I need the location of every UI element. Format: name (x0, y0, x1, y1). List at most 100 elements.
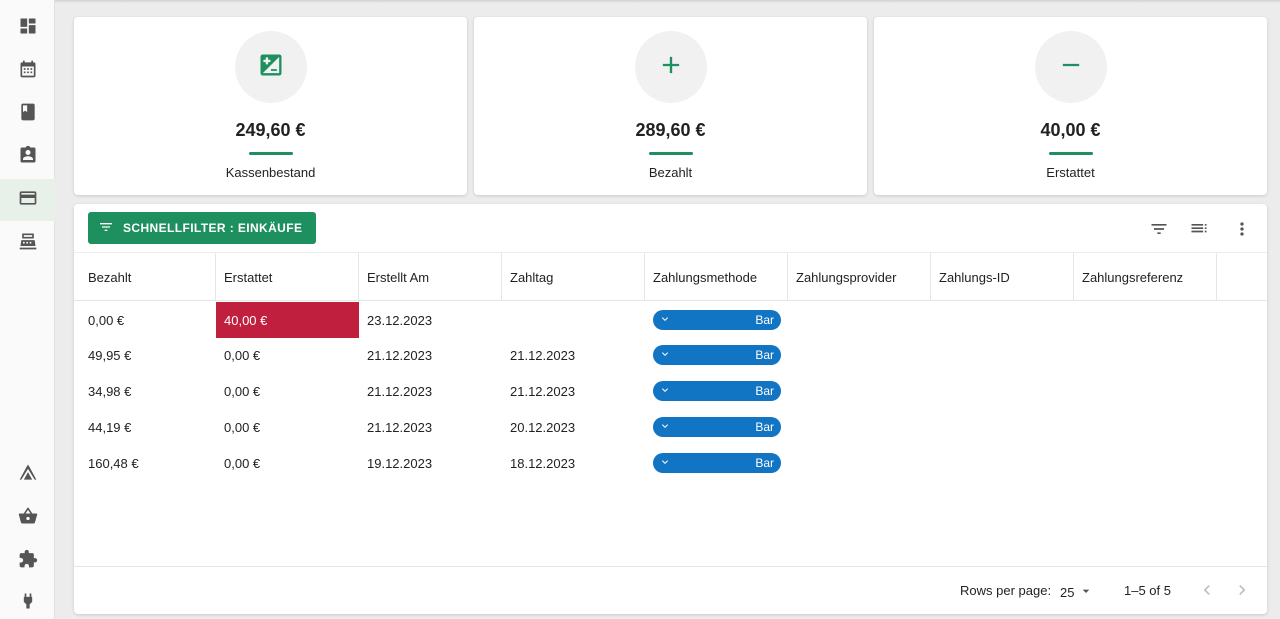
puzzle-icon (18, 549, 38, 574)
sidebar-item-calendar[interactable] (0, 50, 55, 92)
sidebar-item-camping[interactable] (0, 454, 55, 496)
stat-card-erstattet: 40,00 € Erstattet (874, 17, 1267, 195)
table-row[interactable]: 0,00 € 40,00 € 23.12.2023 Bar (74, 302, 1267, 338)
cell-zahltag: 21.12.2023 (510, 383, 576, 399)
minus-icon (1057, 51, 1085, 84)
cell-zahltag: 21.12.2023 (510, 347, 576, 363)
cell-bezahlt: 44,19 € (88, 419, 132, 435)
sidebar-item-integrations[interactable] (0, 582, 55, 619)
sidebar (0, 0, 55, 619)
cell-erstattet: 40,00 € (216, 302, 359, 338)
payment-method-value: Bar (755, 456, 774, 470)
stat-underline (1048, 152, 1093, 155)
stat-underline (648, 152, 693, 155)
filter-icon[interactable] (1148, 218, 1170, 240)
quick-filter-label: SCHNELLFILTER : EINKÄUFE (123, 221, 303, 235)
cell-zahltag: 18.12.2023 (510, 455, 576, 471)
cell-bezahlt: 49,95 € (88, 347, 132, 363)
rows-per-page-select[interactable]: 25 (1060, 583, 1094, 602)
cell-erstattet: 0,00 € (224, 383, 261, 399)
contact-card-icon (18, 145, 38, 170)
stat-card-bezahlt: 289,60 € Bezahlt (474, 17, 867, 195)
sidebar-item-shop[interactable] (0, 497, 55, 539)
dashboard-icon (18, 16, 38, 41)
transactions-panel: SCHNELLFILTER : EINKÄUFE Bezahlt Erstatt… (74, 204, 1267, 614)
cell-erstellt-am: 19.12.2023 (367, 455, 433, 471)
stat-value: 40,00 € (1040, 120, 1101, 140)
sidebar-item-book[interactable] (0, 93, 55, 135)
payment-method-value: Bar (755, 313, 774, 327)
cell-bezahlt: 34,98 € (88, 383, 132, 399)
columns-icon[interactable] (1188, 218, 1210, 240)
pagination-range: 1–5 of 5 (1124, 583, 1171, 598)
cell-zahltag (502, 302, 645, 338)
credit-card-icon (18, 188, 38, 213)
tent-icon (18, 463, 38, 488)
stat-label: Erstattet (1046, 165, 1095, 180)
column-header-zahlungs-id[interactable]: Zahlungs-ID (931, 253, 1074, 301)
sidebar-item-extensions[interactable] (0, 540, 55, 582)
cell-zahltag: 20.12.2023 (510, 419, 576, 435)
stat-icon-circle (234, 31, 307, 103)
payment-method-select[interactable]: Bar (653, 310, 781, 330)
balance-icon (257, 51, 285, 84)
cell-erstattet: 0,00 € (224, 419, 261, 435)
cell-erstellt-am: 21.12.2023 (367, 347, 433, 363)
cell-erstellt-am: 21.12.2023 (367, 419, 433, 435)
dropdown-arrow-icon (1074, 583, 1094, 602)
calendar-icon (18, 59, 38, 84)
column-header-zahlungsreferenz[interactable]: Zahlungsreferenz (1074, 253, 1217, 301)
chevron-down-icon (659, 384, 671, 399)
more-vert-icon[interactable] (1231, 218, 1253, 240)
stat-icon-circle (1034, 31, 1107, 103)
payment-method-value: Bar (755, 348, 774, 362)
sidebar-item-payments[interactable] (0, 179, 55, 221)
stat-label: Bezahlt (648, 165, 693, 180)
stat-underline (248, 152, 293, 155)
cell-bezahlt: 0,00 € (88, 312, 125, 328)
cell-erstattet: 0,00 € (224, 347, 261, 363)
book-icon (18, 102, 38, 127)
cash-register-icon (18, 231, 38, 256)
column-header-erstellt-am[interactable]: Erstellt Am (359, 253, 502, 301)
chevron-right-icon (1232, 580, 1252, 603)
cell-erstattet: 0,00 € (224, 455, 261, 471)
chevron-down-icon (659, 348, 671, 363)
plus-icon (657, 51, 685, 84)
basket-icon (18, 506, 38, 531)
cell-erstellt-am: 21.12.2023 (367, 383, 433, 399)
column-header-zahlungsprovider[interactable]: Zahlungsprovider (788, 253, 931, 301)
table-header: Bezahlt Erstattet Erstellt Am Zahltag Za… (74, 252, 1267, 301)
previous-page-button[interactable] (1196, 580, 1218, 602)
chevron-left-icon (1197, 580, 1217, 603)
column-header-erstattet[interactable]: Erstattet (216, 253, 359, 301)
table-row[interactable]: 44,19 € 0,00 € 21.12.2023 20.12.2023 Bar (74, 409, 1267, 445)
rows-per-page-label: Rows per page: (960, 583, 1052, 598)
stat-label: Kassenbestand (225, 165, 316, 180)
sidebar-item-dashboard[interactable] (0, 7, 55, 49)
cell-bezahlt: 160,48 € (88, 455, 139, 471)
stat-card-kassenbestand: 249,60 € Kassenbestand (74, 17, 467, 195)
sidebar-item-cash-register[interactable] (0, 222, 55, 264)
payment-method-select[interactable]: Bar (653, 453, 781, 473)
payment-method-value: Bar (755, 384, 774, 398)
next-page-button[interactable] (1231, 580, 1253, 602)
quick-filter-button[interactable]: SCHNELLFILTER : EINKÄUFE (88, 212, 317, 244)
table-row[interactable]: 49,95 € 0,00 € 21.12.2023 21.12.2023 Bar (74, 337, 1267, 373)
payment-method-select[interactable]: Bar (653, 381, 781, 401)
sidebar-item-contacts[interactable] (0, 136, 55, 178)
rows-per-page-value: 25 (1060, 585, 1075, 600)
table-row[interactable]: 160,48 € 0,00 € 19.12.2023 18.12.2023 Ba… (74, 445, 1267, 481)
column-header-zahltag[interactable]: Zahltag (502, 253, 645, 301)
top-shadow (0, 0, 1280, 3)
payment-method-select[interactable]: Bar (653, 345, 781, 365)
table-row[interactable]: 34,98 € 0,00 € 21.12.2023 21.12.2023 Bar (74, 373, 1267, 409)
table-pagination: Rows per page: 25 1–5 of 5 (74, 566, 1267, 614)
column-header-bezahlt[interactable]: Bezahlt (80, 253, 216, 301)
column-header-zahlungsmethode[interactable]: Zahlungsmethode (645, 253, 788, 301)
stat-value: 289,60 € (635, 120, 706, 140)
chevron-down-icon (659, 420, 671, 435)
payment-method-select[interactable]: Bar (653, 417, 781, 437)
payment-method-value: Bar (755, 420, 774, 434)
cell-erstellt-am: 23.12.2023 (367, 312, 433, 328)
